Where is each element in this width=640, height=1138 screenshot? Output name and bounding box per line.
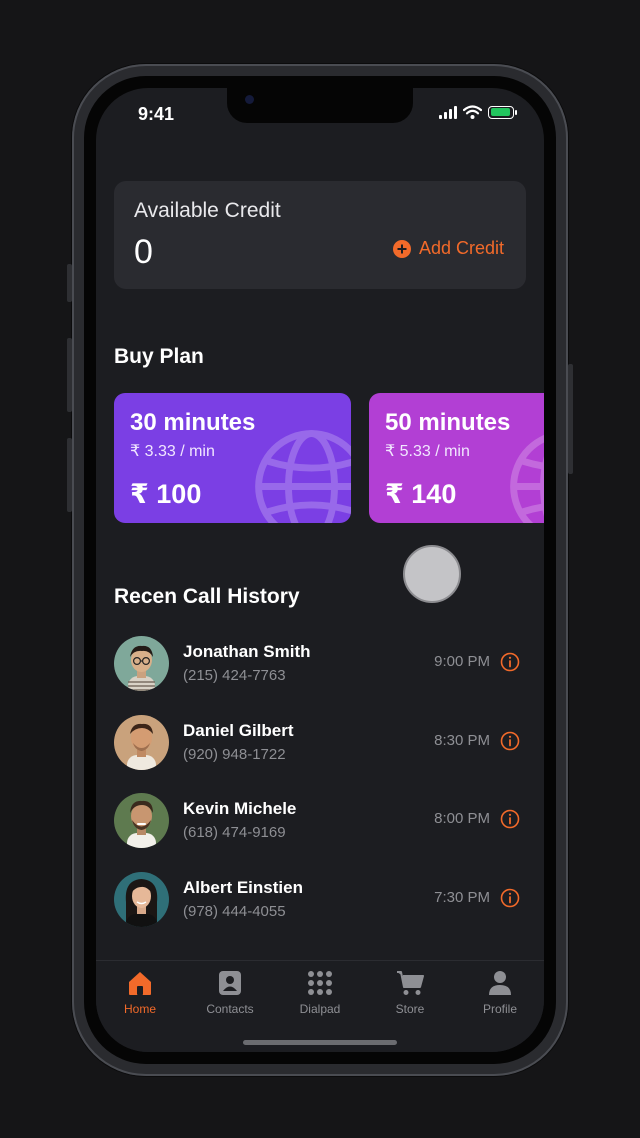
- tab-label: Store: [395, 1002, 425, 1016]
- tab-label: Contacts: [206, 1002, 254, 1016]
- tab-contacts[interactable]: Contacts: [185, 969, 275, 1016]
- caller-name: Daniel Gilbert: [183, 721, 294, 740]
- credit-title: Available Credit: [134, 199, 281, 222]
- dialpad-icon: [308, 971, 332, 995]
- camera-icon: [245, 95, 254, 104]
- credit-value: 0: [134, 233, 153, 271]
- status-icons: [439, 105, 517, 119]
- tab-profile[interactable]: Profile: [455, 969, 544, 1016]
- caller-phone: (618) 474-9169: [183, 824, 286, 841]
- plan-price: ₹ 140: [385, 479, 457, 509]
- tab-store[interactable]: Store: [365, 969, 455, 1016]
- call-history-title: Recen Call History: [114, 585, 300, 608]
- info-icon[interactable]: [500, 888, 520, 908]
- plan-price: ₹ 100: [130, 479, 202, 509]
- info-icon[interactable]: [500, 652, 520, 672]
- call-history-item[interactable]: Daniel Gilbert (920) 948-1722 8:30 PM: [114, 715, 526, 771]
- phone-side-button: [568, 364, 573, 474]
- caller-name: Jonathan Smith: [183, 642, 311, 661]
- plan-minutes: 50 minutes: [385, 409, 511, 436]
- add-credit-button[interactable]: Add Credit: [392, 238, 504, 259]
- cart-icon: [397, 971, 424, 995]
- caller-name: Albert Einstien: [183, 878, 303, 897]
- avatar: [114, 872, 169, 927]
- avatar: [114, 715, 169, 770]
- notch: [227, 88, 413, 123]
- call-time: 8:30 PM: [434, 732, 490, 749]
- avatar: [114, 636, 169, 691]
- plan-minutes: 30 minutes: [130, 409, 256, 436]
- tab-label: Dialpad: [299, 1002, 341, 1016]
- plus-circle-icon: [392, 239, 411, 258]
- tab-bar: Home Contacts Dialpad Store Profile: [96, 960, 544, 1052]
- contacts-icon: [219, 971, 241, 995]
- call-time: 9:00 PM: [434, 653, 490, 670]
- plan-rate: ₹ 3.33 / min: [130, 443, 215, 460]
- wifi-icon: [463, 105, 482, 119]
- caller-name: Kevin Michele: [183, 799, 297, 818]
- plan-card-30[interactable]: 30 minutes ₹ 3.33 / min ₹ 100: [114, 393, 351, 523]
- add-credit-label: Add Credit: [418, 238, 504, 258]
- status-time: 9:41: [138, 104, 175, 124]
- caller-phone: (978) 444-4055: [183, 903, 286, 920]
- caller-phone: (215) 424-7763: [183, 667, 286, 684]
- info-icon[interactable]: [500, 731, 520, 751]
- plan-rate: ₹ 5.33 / min: [385, 443, 470, 460]
- available-credit-card: Available Credit 0 Add Credit: [114, 181, 526, 289]
- tab-home[interactable]: Home: [96, 969, 185, 1016]
- call-history-item[interactable]: Kevin Michele (618) 474-9169 8:00 PM: [114, 793, 526, 849]
- avatar: [114, 793, 169, 848]
- call-history-item[interactable]: Albert Einstien (978) 444-4055 7:30 PM: [114, 872, 526, 928]
- info-icon[interactable]: [500, 809, 520, 829]
- phone-side-button: [67, 264, 72, 302]
- call-time: 8:00 PM: [434, 810, 490, 827]
- plan-card-50[interactable]: 50 minutes ₹ 5.33 / min ₹ 140: [369, 393, 544, 523]
- buy-plan-title: Buy Plan: [114, 345, 204, 368]
- phone-screen: 9:41 Available Credit 0 Add Credit Buy P…: [96, 88, 544, 1052]
- call-history-item[interactable]: Jonathan Smith (215) 424-7763 9:00 PM: [114, 636, 526, 692]
- tab-dialpad[interactable]: Dialpad: [275, 969, 365, 1016]
- battery-icon: [488, 105, 517, 119]
- phone-side-button: [67, 338, 72, 412]
- tab-label: Profile: [482, 1002, 517, 1016]
- tab-label: Home: [123, 1002, 156, 1016]
- globe-icon: [510, 434, 544, 523]
- home-icon: [129, 972, 151, 995]
- globe-icon: [255, 430, 351, 523]
- phone-side-button: [67, 438, 72, 512]
- home-indicator[interactable]: [243, 1040, 397, 1045]
- caller-phone: (920) 948-1722: [183, 746, 286, 763]
- touch-indicator: [403, 545, 461, 603]
- signal-icon: [439, 105, 457, 119]
- profile-icon: [489, 971, 511, 995]
- call-time: 7:30 PM: [434, 889, 490, 906]
